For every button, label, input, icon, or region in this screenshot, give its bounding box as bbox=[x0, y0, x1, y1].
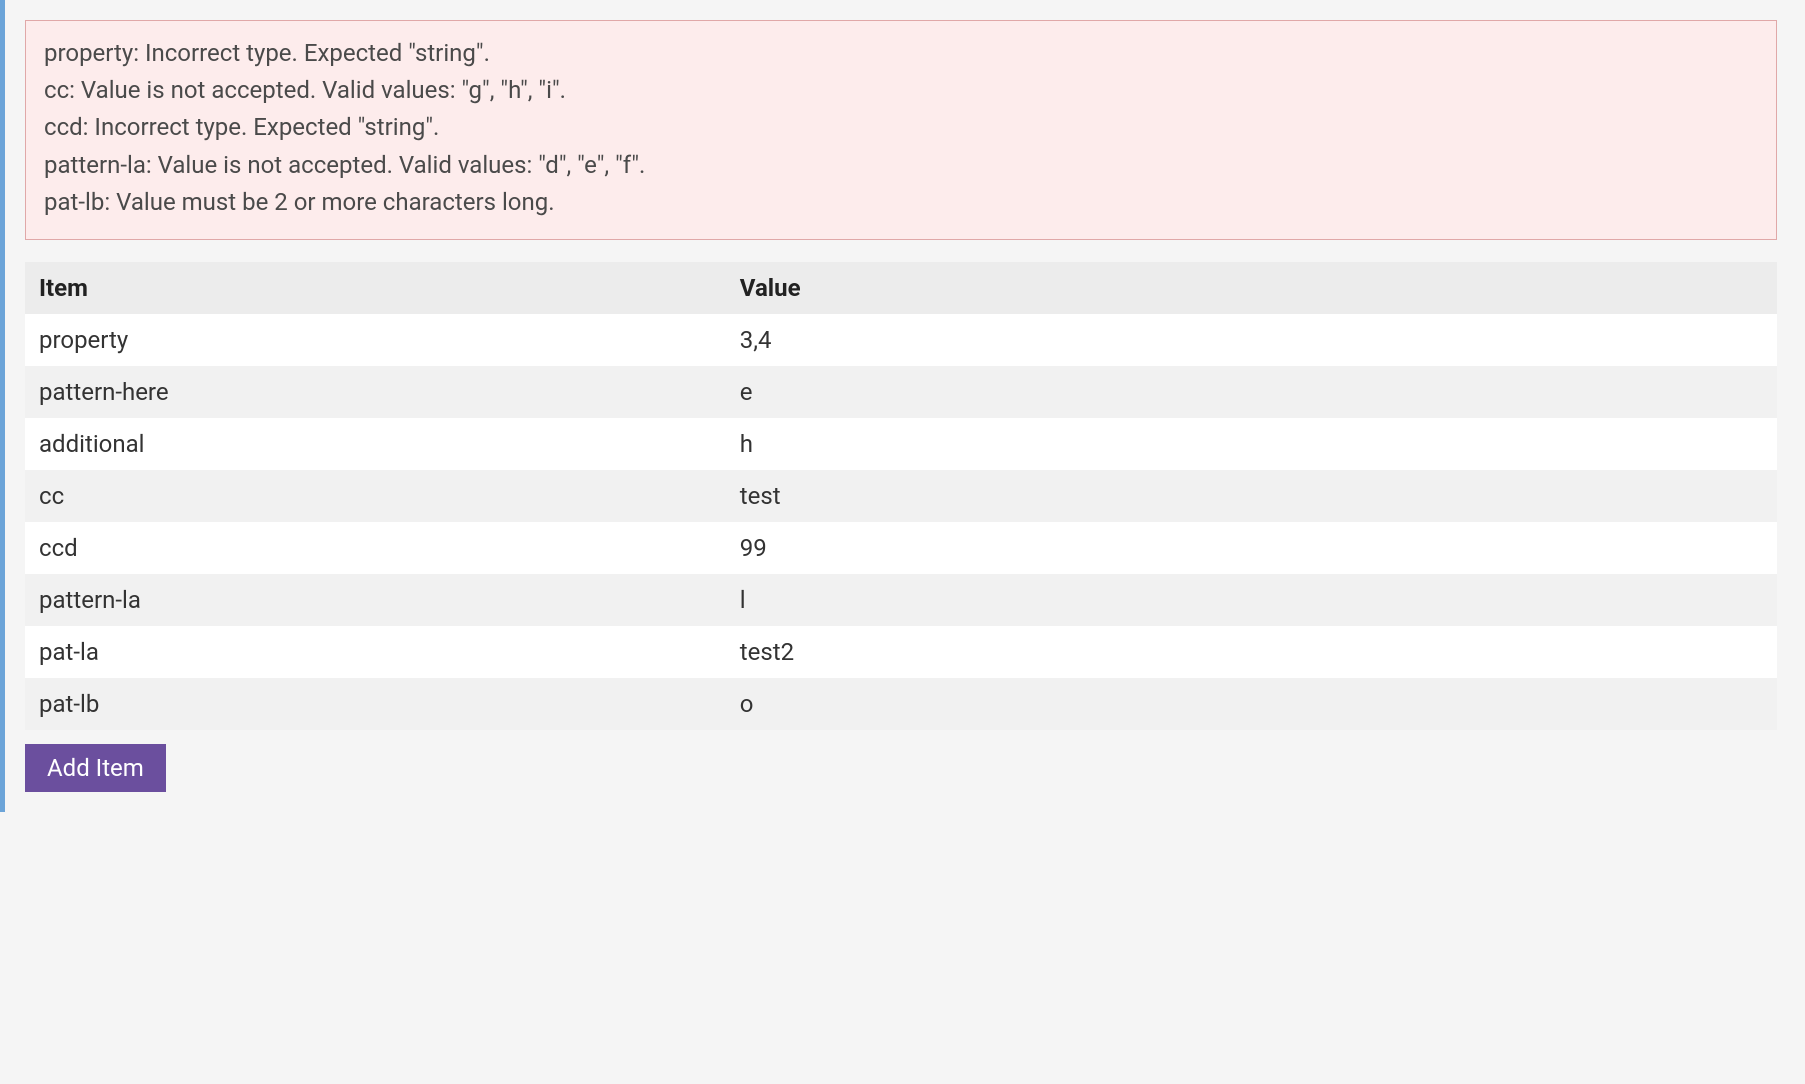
table-body: property3,4pattern-hereeadditionalhcctes… bbox=[25, 314, 1777, 730]
table-cell-item: property bbox=[25, 314, 726, 366]
table-row[interactable]: pattern-lal bbox=[25, 574, 1777, 626]
table-cell-item: pattern-la bbox=[25, 574, 726, 626]
table-cell-value: 3,4 bbox=[726, 314, 1777, 366]
item-value-table: Item Value property3,4pattern-hereeaddit… bbox=[25, 262, 1777, 730]
table-cell-item: ccd bbox=[25, 522, 726, 574]
table-row[interactable]: additionalh bbox=[25, 418, 1777, 470]
table-cell-value: test2 bbox=[726, 626, 1777, 678]
table-cell-value: test bbox=[726, 470, 1777, 522]
error-line: property: Incorrect type. Expected "stri… bbox=[44, 35, 1758, 72]
error-box: property: Incorrect type. Expected "stri… bbox=[25, 20, 1777, 240]
table-cell-item: pattern-here bbox=[25, 366, 726, 418]
table-row[interactable]: pat-latest2 bbox=[25, 626, 1777, 678]
table-cell-item: additional bbox=[25, 418, 726, 470]
table-row[interactable]: pat-lbo bbox=[25, 678, 1777, 730]
table-cell-item: pat-lb bbox=[25, 678, 726, 730]
add-item-button[interactable]: Add Item bbox=[25, 744, 166, 792]
table-header-item: Item bbox=[25, 262, 726, 314]
table-row[interactable]: property3,4 bbox=[25, 314, 1777, 366]
table-row[interactable]: cctest bbox=[25, 470, 1777, 522]
table-cell-item: pat-la bbox=[25, 626, 726, 678]
table-row[interactable]: pattern-heree bbox=[25, 366, 1777, 418]
error-line: cc: Value is not accepted. Valid values:… bbox=[44, 72, 1758, 109]
validation-panel: property: Incorrect type. Expected "stri… bbox=[0, 0, 1805, 812]
error-line: ccd: Incorrect type. Expected "string". bbox=[44, 109, 1758, 146]
table-cell-value: h bbox=[726, 418, 1777, 470]
error-line: pattern-la: Value is not accepted. Valid… bbox=[44, 147, 1758, 184]
table-cell-value: e bbox=[726, 366, 1777, 418]
table-cell-item: cc bbox=[25, 470, 726, 522]
table-cell-value: o bbox=[726, 678, 1777, 730]
table-row[interactable]: ccd99 bbox=[25, 522, 1777, 574]
table-cell-value: 99 bbox=[726, 522, 1777, 574]
table-cell-value: l bbox=[726, 574, 1777, 626]
table-header-value: Value bbox=[726, 262, 1777, 314]
error-line: pat-lb: Value must be 2 or more characte… bbox=[44, 184, 1758, 221]
